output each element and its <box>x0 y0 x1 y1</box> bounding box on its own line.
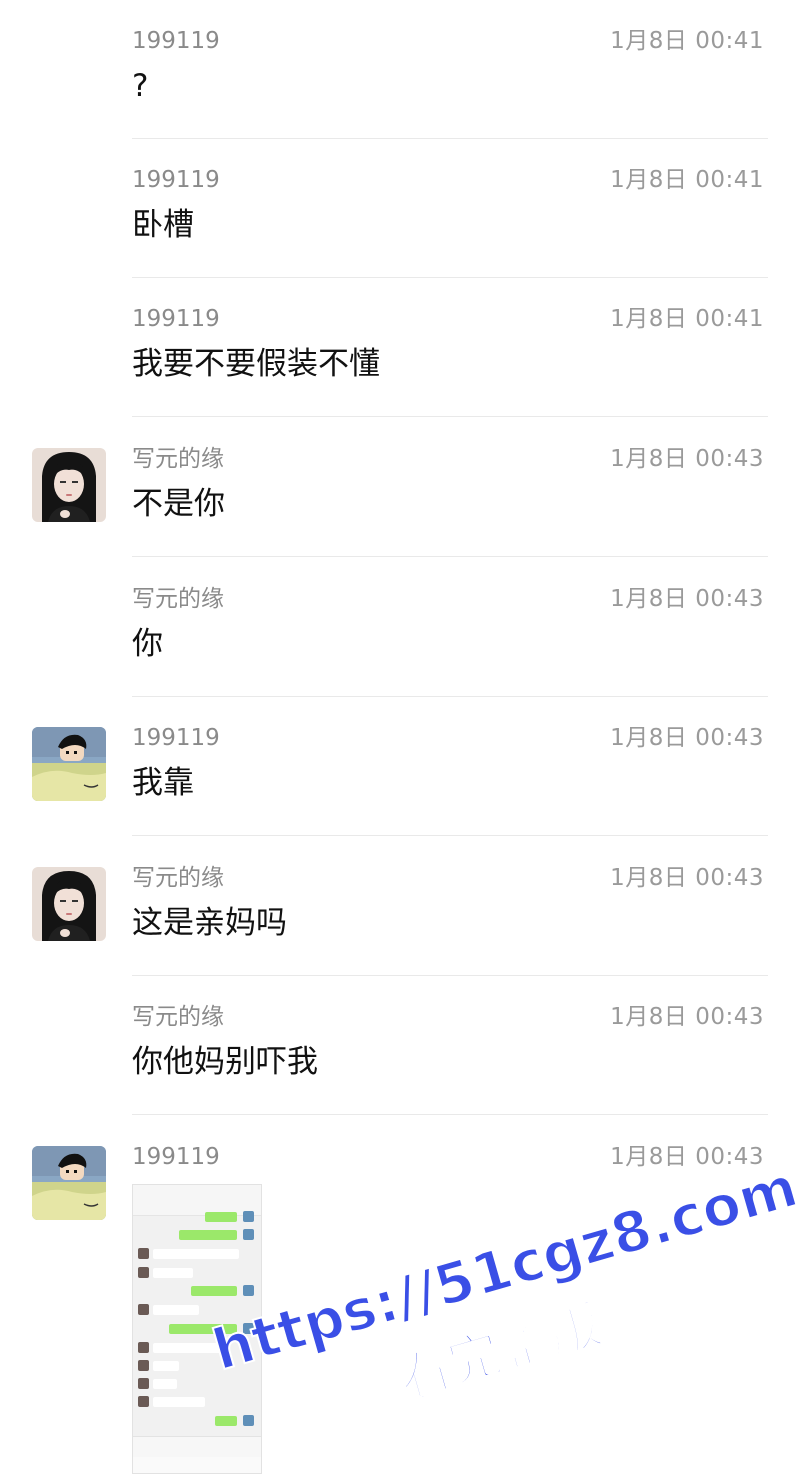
thumb-bubble <box>153 1268 193 1278</box>
thumb-avatar <box>138 1267 149 1278</box>
message-row[interactable]: 写元的缘 1月8日 00:43 你他妈别吓我 <box>0 976 800 1115</box>
sender-name: 写元的缘 <box>132 865 224 891</box>
message-row[interactable]: 写元的缘 1月8日 00:43 不是你 <box>0 418 800 557</box>
message-text: 你他妈别吓我 <box>132 1044 318 1080</box>
thumb-avatar <box>138 1342 149 1353</box>
message-time: 1月8日 00:43 <box>610 586 764 612</box>
message-text: 我要不要假装不懂 <box>132 346 380 382</box>
sender-name: 199119 <box>132 725 220 751</box>
thumb-avatar <box>138 1378 149 1389</box>
message-text: 卧槽 <box>132 207 194 243</box>
message-time: 1月8日 00:43 <box>610 1004 764 1030</box>
message-time: 1月8日 00:43 <box>610 725 764 751</box>
divider <box>132 556 768 557</box>
sender-name: 199119 <box>132 306 220 332</box>
cartoon-avatar[interactable] <box>32 1146 106 1220</box>
message-text: ? <box>132 68 149 104</box>
message-time: 1月8日 00:41 <box>610 28 764 54</box>
message-text: 我靠 <box>132 765 194 801</box>
message-text: 这是亲妈吗 <box>132 905 287 941</box>
message-row[interactable]: 写元的缘 1月8日 00:43 你 <box>0 558 800 697</box>
message-row[interactable]: 199119 1月8日 00:41 我要不要假装不懂 <box>0 278 800 417</box>
thumb-bubble <box>153 1305 199 1315</box>
sender-name: 199119 <box>132 28 220 54</box>
thumb-bubble <box>153 1379 177 1389</box>
message-text: 不是你 <box>132 486 225 522</box>
sender-name: 写元的缘 <box>132 446 224 472</box>
thumb-status-bar <box>133 1185 261 1197</box>
message-row[interactable]: 写元的缘 1月8日 00:43 这是亲妈吗 <box>0 837 800 976</box>
thumb-bubble <box>153 1397 205 1407</box>
divider <box>132 1114 768 1115</box>
thumb-avatar <box>243 1229 254 1240</box>
thumb-avatar <box>138 1396 149 1407</box>
thumb-avatar <box>138 1248 149 1259</box>
thumb-nav-bar <box>133 1457 261 1473</box>
message-time: 1月8日 00:41 <box>610 167 764 193</box>
girl-avatar[interactable] <box>32 867 106 941</box>
message-time: 1月8日 00:43 <box>610 865 764 891</box>
thumb-bubble <box>205 1212 237 1222</box>
message-text: 你 <box>132 626 163 662</box>
divider <box>132 835 768 836</box>
sender-name: 199119 <box>132 167 220 193</box>
girl-avatar[interactable] <box>32 448 106 522</box>
thumb-bubble <box>179 1230 237 1240</box>
message-time: 1月8日 00:43 <box>610 446 764 472</box>
sender-name: 写元的缘 <box>132 1004 224 1030</box>
sender-name: 199119 <box>132 1144 220 1170</box>
cartoon-avatar[interactable] <box>32 727 106 801</box>
message-row[interactable]: 199119 1月8日 00:41 ? <box>0 0 800 139</box>
message-row[interactable]: 199119 1月8日 00:43 我靠 <box>0 697 800 836</box>
sender-name: 写元的缘 <box>132 586 224 612</box>
thumb-header <box>133 1197 261 1216</box>
divider <box>132 416 768 417</box>
message-time: 1月8日 00:41 <box>610 306 764 332</box>
thumb-bubble <box>153 1361 179 1371</box>
message-row[interactable]: 199119 1月8日 00:41 卧槽 <box>0 139 800 278</box>
thumb-avatar <box>138 1360 149 1371</box>
thumb-avatar <box>243 1211 254 1222</box>
thumb-avatar <box>138 1304 149 1315</box>
